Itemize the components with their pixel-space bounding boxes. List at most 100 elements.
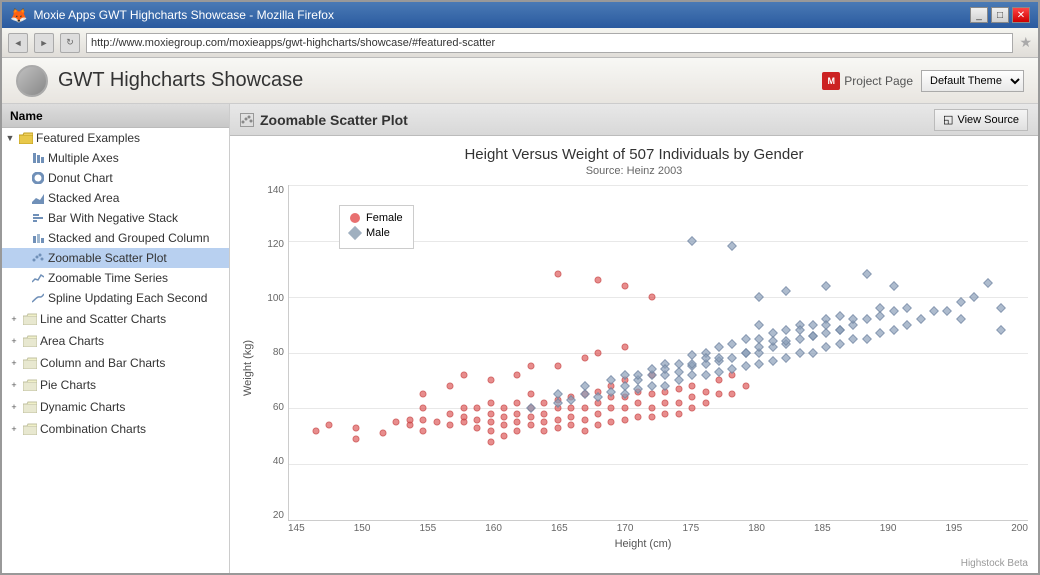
bar-negative-icon <box>30 210 46 226</box>
x-tick-155: 155 <box>420 523 437 534</box>
chart-subtitle: Source: Heinz 2003 <box>240 165 1028 177</box>
male-data-point <box>835 339 845 349</box>
spline-label: Spline Updating Each Second <box>48 291 207 305</box>
chart-area: Height Versus Weight of 507 Individuals … <box>230 136 1038 573</box>
multiple-axes-label: Multiple Axes <box>48 151 119 165</box>
theme-selector[interactable]: Default Theme Dark Blue Gray <box>921 70 1024 92</box>
female-data-point <box>420 427 427 434</box>
female-data-point <box>568 405 575 412</box>
female-data-point <box>554 416 561 423</box>
tree-item-stacked-grouped[interactable]: Stacked and Grouped Column <box>2 228 229 248</box>
male-data-point <box>942 306 952 316</box>
male-data-point <box>781 286 791 296</box>
y-tick-120: 120 <box>258 239 284 250</box>
female-data-point <box>675 410 682 417</box>
column-bar-label: Column and Bar Charts <box>40 356 165 370</box>
female-data-point <box>608 405 615 412</box>
project-page-button[interactable]: M Project Page <box>822 72 913 90</box>
tree-item-zoomable-scatter[interactable]: Zoomable Scatter Plot <box>2 248 229 268</box>
donut-icon <box>30 170 46 186</box>
tree-item-time-series[interactable]: Zoomable Time Series <box>2 268 229 288</box>
forward-button[interactable]: ► <box>34 33 54 53</box>
female-data-point <box>702 399 709 406</box>
line-scatter-expander: + <box>6 311 22 327</box>
section-combination[interactable]: + Combination Charts <box>2 418 229 440</box>
project-page-label: Project Page <box>844 74 913 88</box>
app-header: GWT Highcharts Showcase M Project Page D… <box>2 58 1038 104</box>
maximize-button[interactable]: □ <box>991 7 1009 23</box>
address-bar[interactable] <box>86 33 1013 53</box>
x-tick-185: 185 <box>814 523 831 534</box>
female-data-point <box>621 282 628 289</box>
app-title: GWT Highcharts Showcase <box>58 69 303 92</box>
app-header-right: M Project Page Default Theme Dark Blue G… <box>822 70 1024 92</box>
male-data-point <box>996 325 1006 335</box>
area-icon <box>30 190 46 206</box>
stacked-area-label: Stacked Area <box>48 191 119 205</box>
featured-examples-group[interactable]: ▼ Featured Examples <box>2 128 229 148</box>
plot-canvas: Female Male <box>288 185 1028 521</box>
section-column-bar[interactable]: + Column and Bar Charts <box>2 352 229 374</box>
y-axis-label: Weight (kg) <box>240 185 256 550</box>
female-data-point <box>715 391 722 398</box>
refresh-button[interactable]: ↻ <box>60 33 80 53</box>
title-bar: 🦊 Moxie Apps GWT Highcharts Showcase - M… <box>2 2 1038 28</box>
y-tick-20: 20 <box>258 510 284 521</box>
male-data-point <box>526 403 536 413</box>
female-data-point <box>460 405 467 412</box>
tree-item-bar-negative[interactable]: Bar With Negative Stack <box>2 208 229 228</box>
female-data-point <box>447 410 454 417</box>
back-icon: ◄ <box>14 38 23 48</box>
view-source-button[interactable]: ◱ View Source <box>934 109 1028 131</box>
female-data-point <box>447 422 454 429</box>
male-data-point <box>822 342 832 352</box>
combination-expander: + <box>6 421 22 437</box>
male-data-point <box>754 292 764 302</box>
forward-icon: ► <box>40 38 49 48</box>
female-data-point <box>541 410 548 417</box>
chart-legend: Female Male <box>339 205 414 249</box>
chart-axes-icon <box>30 150 46 166</box>
female-data-point <box>648 405 655 412</box>
tree-item-spline[interactable]: Spline Updating Each Second <box>2 288 229 308</box>
female-data-point <box>474 416 481 423</box>
grid-line-60 <box>289 408 1028 409</box>
section-dynamic[interactable]: + Dynamic Charts <box>2 396 229 418</box>
x-tick-160: 160 <box>485 523 502 534</box>
female-data-point <box>581 405 588 412</box>
section-line-scatter[interactable]: + Line and Scatter Charts <box>2 308 229 330</box>
sidebar-header: Name <box>2 104 229 128</box>
female-data-point <box>635 399 642 406</box>
section-area[interactable]: + Area Charts <box>2 330 229 352</box>
female-data-point <box>715 377 722 384</box>
male-data-point <box>687 236 697 246</box>
female-data-point <box>541 427 548 434</box>
section-pie[interactable]: + Pie Charts <box>2 374 229 396</box>
tree-item-donut-chart[interactable]: Donut Chart <box>2 168 229 188</box>
minimize-button[interactable]: _ <box>970 7 988 23</box>
tree-item-stacked-area[interactable]: Stacked Area <box>2 188 229 208</box>
male-data-point <box>862 334 872 344</box>
grid-line-80 <box>289 353 1028 354</box>
male-data-point <box>714 342 724 352</box>
male-data-point <box>848 334 858 344</box>
female-data-point <box>595 422 602 429</box>
x-tick-200: 200 <box>1011 523 1028 534</box>
dynamic-charts-label: Dynamic Charts <box>40 400 125 414</box>
tree-item-multiple-axes[interactable]: Multiple Axes <box>2 148 229 168</box>
y-tick-60: 60 <box>258 402 284 413</box>
female-data-point <box>621 416 628 423</box>
female-data-point <box>447 383 454 390</box>
male-data-point <box>822 281 832 291</box>
female-data-point <box>648 293 655 300</box>
female-data-point <box>500 433 507 440</box>
area-charts-label: Area Charts <box>40 334 104 348</box>
back-button[interactable]: ◄ <box>8 33 28 53</box>
legend-female: Female <box>350 212 403 224</box>
female-data-point <box>581 355 588 362</box>
female-data-point <box>514 410 521 417</box>
close-button[interactable]: ✕ <box>1012 7 1030 23</box>
bookmark-star[interactable]: ★ <box>1019 34 1032 51</box>
male-data-point <box>996 303 1006 313</box>
featured-examples-label: Featured Examples <box>36 131 140 145</box>
